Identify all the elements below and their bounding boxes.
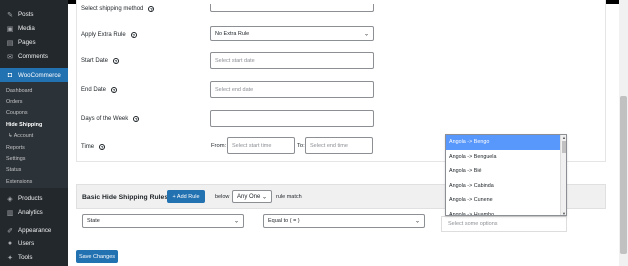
days-of-week-select[interactable] [210, 110, 374, 127]
shipping-method-select[interactable] [210, 4, 374, 12]
submenu-item-status[interactable]: Status [6, 165, 21, 174]
label-text: Time [81, 144, 95, 150]
screen: ✎ Posts ▣ Media ▤ Pages ✉ Comments ◘ Woo… [0, 0, 628, 266]
time-to-label: To: [297, 143, 305, 149]
sidebar-item-label: Comments [18, 53, 48, 60]
extra-rule-select[interactable]: No Extra Rule ⌄ [210, 26, 374, 41]
chevron-down-icon: ⌄ [233, 218, 239, 225]
sidebar-item-media[interactable]: ▣ Media [0, 22, 68, 35]
sidebar-item-label: WooCommerce [18, 71, 61, 79]
rules-title: Basic Hide Shipping Rules [82, 194, 169, 201]
sidebar-item-users[interactable]: ● Users [0, 237, 68, 250]
dropdown-option[interactable]: Angola -> Bengo [446, 135, 562, 150]
start-date-label: Start Date ? [81, 56, 120, 66]
dropdown-option[interactable]: Angola -> Cunene [446, 193, 562, 208]
sidebar-item-appearance[interactable]: ✐ Appearance [0, 224, 68, 237]
scroll-up-icon[interactable]: ▲ [562, 135, 566, 140]
help-icon[interactable]: ? [113, 58, 120, 64]
pages-icon: ▤ [6, 39, 14, 47]
select-value: No Extra Rule [215, 30, 250, 37]
end-date-input[interactable]: Select end date [210, 81, 374, 98]
scrollbar-thumb[interactable] [562, 141, 566, 153]
sidebar-item-label: Appearance [18, 227, 52, 234]
select-shipping-method-label: Select shipping method ? [81, 4, 155, 14]
pushpin-icon: ✎ [7, 11, 13, 19]
help-icon[interactable]: ? [148, 6, 155, 12]
label-text: Days of the Week [81, 116, 129, 122]
time-to-input[interactable]: Select end time [305, 137, 373, 154]
dropdown-option[interactable]: Angola -> Huambo [446, 208, 562, 215]
end-date-label: End Date ? [81, 85, 118, 95]
help-icon[interactable]: ? [130, 32, 137, 38]
dropdown-option[interactable]: Angola -> Benguela [446, 150, 562, 165]
time-label: Time ? [81, 142, 106, 152]
days-of-week-label: Days of the Week ? [81, 114, 140, 124]
submenu-item-orders[interactable]: Orders [6, 97, 22, 106]
condition-operator-select[interactable]: Equal to ( = ) ⌄ [263, 214, 425, 228]
rule-match-select[interactable]: Any One ⌄ [232, 190, 272, 203]
sidebar-item-woocommerce[interactable]: ◘ WooCommerce [0, 68, 68, 82]
select-value: State [87, 218, 100, 224]
media-icon: ▣ [6, 25, 14, 33]
dropdown-option[interactable]: Angola -> Cabinda [446, 179, 562, 194]
sidebar-item-posts[interactable]: ✎ Posts [0, 8, 68, 21]
comments-icon: ✉ [7, 53, 13, 61]
chevron-down-icon: ⌄ [261, 194, 267, 200]
submenu-item-coupons[interactable]: Coupons [6, 108, 28, 117]
submenu-item-reports[interactable]: Reports [6, 143, 25, 152]
label-text: End Date [81, 87, 107, 93]
submenu-item-hide-shipping[interactable]: Hide Shipping [6, 120, 42, 129]
products-icon: ◈ [7, 195, 13, 203]
sidebar-item-label: Tools [18, 254, 33, 261]
sidebar-item-label: Pages [18, 39, 36, 46]
time-from-input[interactable]: Select start time [227, 137, 295, 154]
help-icon[interactable]: ? [99, 144, 106, 150]
save-changes-button[interactable]: Save Changes [76, 250, 118, 263]
chevron-down-icon: ⌄ [414, 218, 420, 225]
sidebar-item-pages[interactable]: ▤ Pages [0, 36, 68, 49]
help-icon[interactable]: ? [111, 87, 118, 93]
label-text: Apply Extra Rule [81, 32, 126, 38]
sidebar-item-analytics[interactable]: ▥ Analytics [0, 206, 68, 219]
submenu-item-account[interactable]: ↳ Account [8, 131, 33, 140]
state-options-dropdown: Angola -> Bengo Angola -> Benguela Angol… [445, 134, 567, 216]
sidebar-item-label: Users [18, 240, 35, 247]
admin-sidebar: ✎ Posts ▣ Media ▤ Pages ✉ Comments ◘ Woo… [0, 0, 68, 266]
submenu-item-extensions[interactable]: Extensions [6, 177, 32, 186]
time-from-label: From: [211, 143, 227, 149]
sidebar-item-label: Products [18, 195, 43, 202]
page-scrollbar[interactable] [619, 0, 628, 266]
sidebar-item-products[interactable]: ◈ Products [0, 192, 68, 205]
condition-field-select[interactable]: State ⌄ [82, 214, 244, 228]
apply-extra-rule-label: Apply Extra Rule ? [81, 30, 137, 40]
tools-icon: ✦ [7, 254, 13, 262]
submenu-item-settings[interactable]: Settings [6, 154, 25, 163]
users-icon: ● [7, 240, 13, 247]
dropdown-scrollbar[interactable]: ▲ ▼ [560, 135, 566, 215]
label-text: Select shipping method [81, 6, 144, 12]
dropdown-option[interactable]: Angola -> Bié [446, 164, 562, 179]
sidebar-item-comments[interactable]: ✉ Comments [0, 50, 68, 63]
help-icon[interactable]: ? [133, 116, 140, 122]
sidebar-item-label: Posts [18, 11, 34, 18]
select-value: Any One [237, 193, 261, 200]
add-rule-button[interactable]: + Add Rule [167, 190, 205, 203]
scrollbar-thumb[interactable] [620, 96, 627, 254]
sidebar-item-label: Analytics [18, 209, 43, 216]
appearance-icon: ✐ [7, 227, 13, 235]
below-label: below [215, 194, 230, 200]
sidebar-item-label: Media [18, 25, 35, 32]
sidebar-item-tools[interactable]: ✦ Tools [0, 251, 68, 264]
label-text: Start Date [81, 58, 109, 64]
chevron-down-icon: ⌄ [363, 31, 369, 37]
start-date-input[interactable]: Select start date [210, 52, 374, 69]
select-value: Equal to ( = ) [268, 218, 300, 224]
values-multiselect-input[interactable]: Select some options [441, 216, 567, 232]
submenu-item-dashboard[interactable]: Dashboard [6, 86, 32, 95]
woocommerce-icon: ◘ [7, 71, 13, 79]
analytics-icon: ▥ [6, 209, 14, 217]
scroll-down-icon[interactable]: ▼ [562, 211, 566, 215]
rule-match-label: rule match [276, 194, 302, 200]
